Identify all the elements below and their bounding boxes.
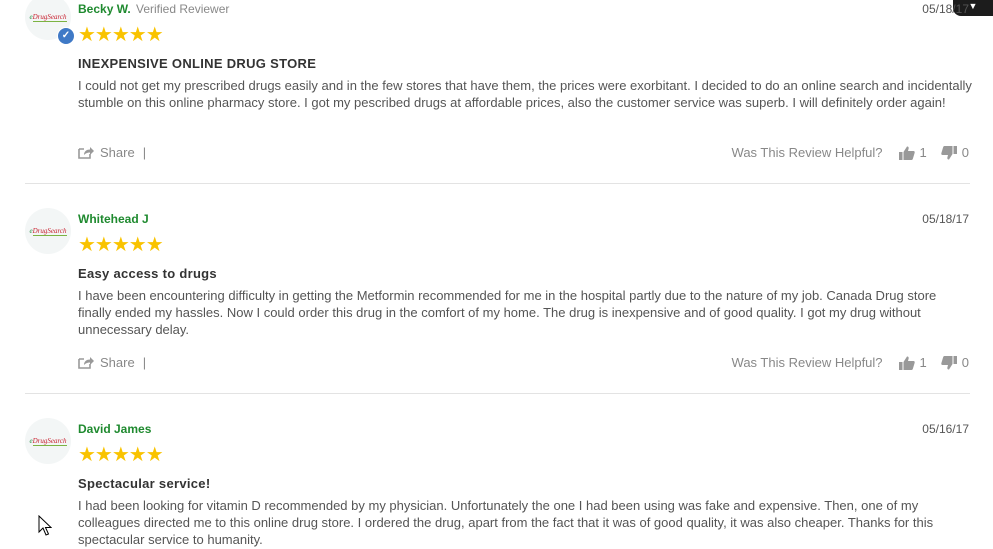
review-title: INEXPENSIVE ONLINE DRUG STORE [78,56,317,71]
edrugsearch-logo: eDrugSearch [29,226,67,236]
helpful-question: Was This Review Helpful? [731,355,883,370]
thumbs-up-icon[interactable] [898,356,915,370]
edrugsearch-logo: eDrugSearch [29,436,67,446]
star-rating: ★★★★★ [78,234,164,256]
reviewer-avatar: eDrugSearch [25,418,71,464]
share-icon [78,357,94,369]
thumbs-down-icon[interactable] [941,145,957,160]
share-button[interactable]: Share | [78,355,146,370]
share-icon [78,147,94,159]
review-divider [25,183,970,184]
thumbs-down-icon[interactable] [941,355,957,370]
helpful-down-count: 0 [961,145,969,160]
reviewer-name: Becky W. [78,2,131,16]
reviewer-name: Whitehead J [78,212,149,226]
review-title: Easy access to drugs [78,266,217,281]
edrugsearch-logo: eDrugSearch [29,12,67,22]
star-rating: ★★★★★ [78,24,164,46]
review-date: 05/16/17 [922,422,969,436]
review-body: I had been looking for vitamin D recomme… [78,498,934,547]
review-body: I could not get my prescribed drugs easi… [78,78,972,110]
mouse-pointer-icon [38,515,52,536]
helpful-voting: Was This Review Helpful? 1 0 [732,145,969,160]
review-date: 05/18/17 [922,212,969,226]
helpful-up-count: 1 [919,145,927,160]
star-rating: ★★★★★ [78,444,164,466]
verified-reviewer-badge: Verified Reviewer [136,2,230,16]
helpful-question: Was This Review Helpful? [731,145,883,160]
review-date: 05/18/17 [922,2,969,16]
triangle-down-icon: ▼ [968,1,978,11]
review-divider [25,393,970,394]
helpful-voting: Was This Review Helpful? 1 0 [732,355,969,370]
review-body: I have been encountering difficulty in g… [78,288,937,337]
reviewer-name: David James [78,422,152,436]
reviewer-avatar: eDrugSearch [25,208,71,254]
helpful-down-count: 0 [961,355,969,370]
thumbs-up-icon[interactable] [898,146,915,160]
verified-check-icon: ✓ [57,27,75,45]
review-title: Spectacular service! [78,476,211,491]
helpful-up-count: 1 [919,355,927,370]
share-button[interactable]: Share | [78,145,146,160]
